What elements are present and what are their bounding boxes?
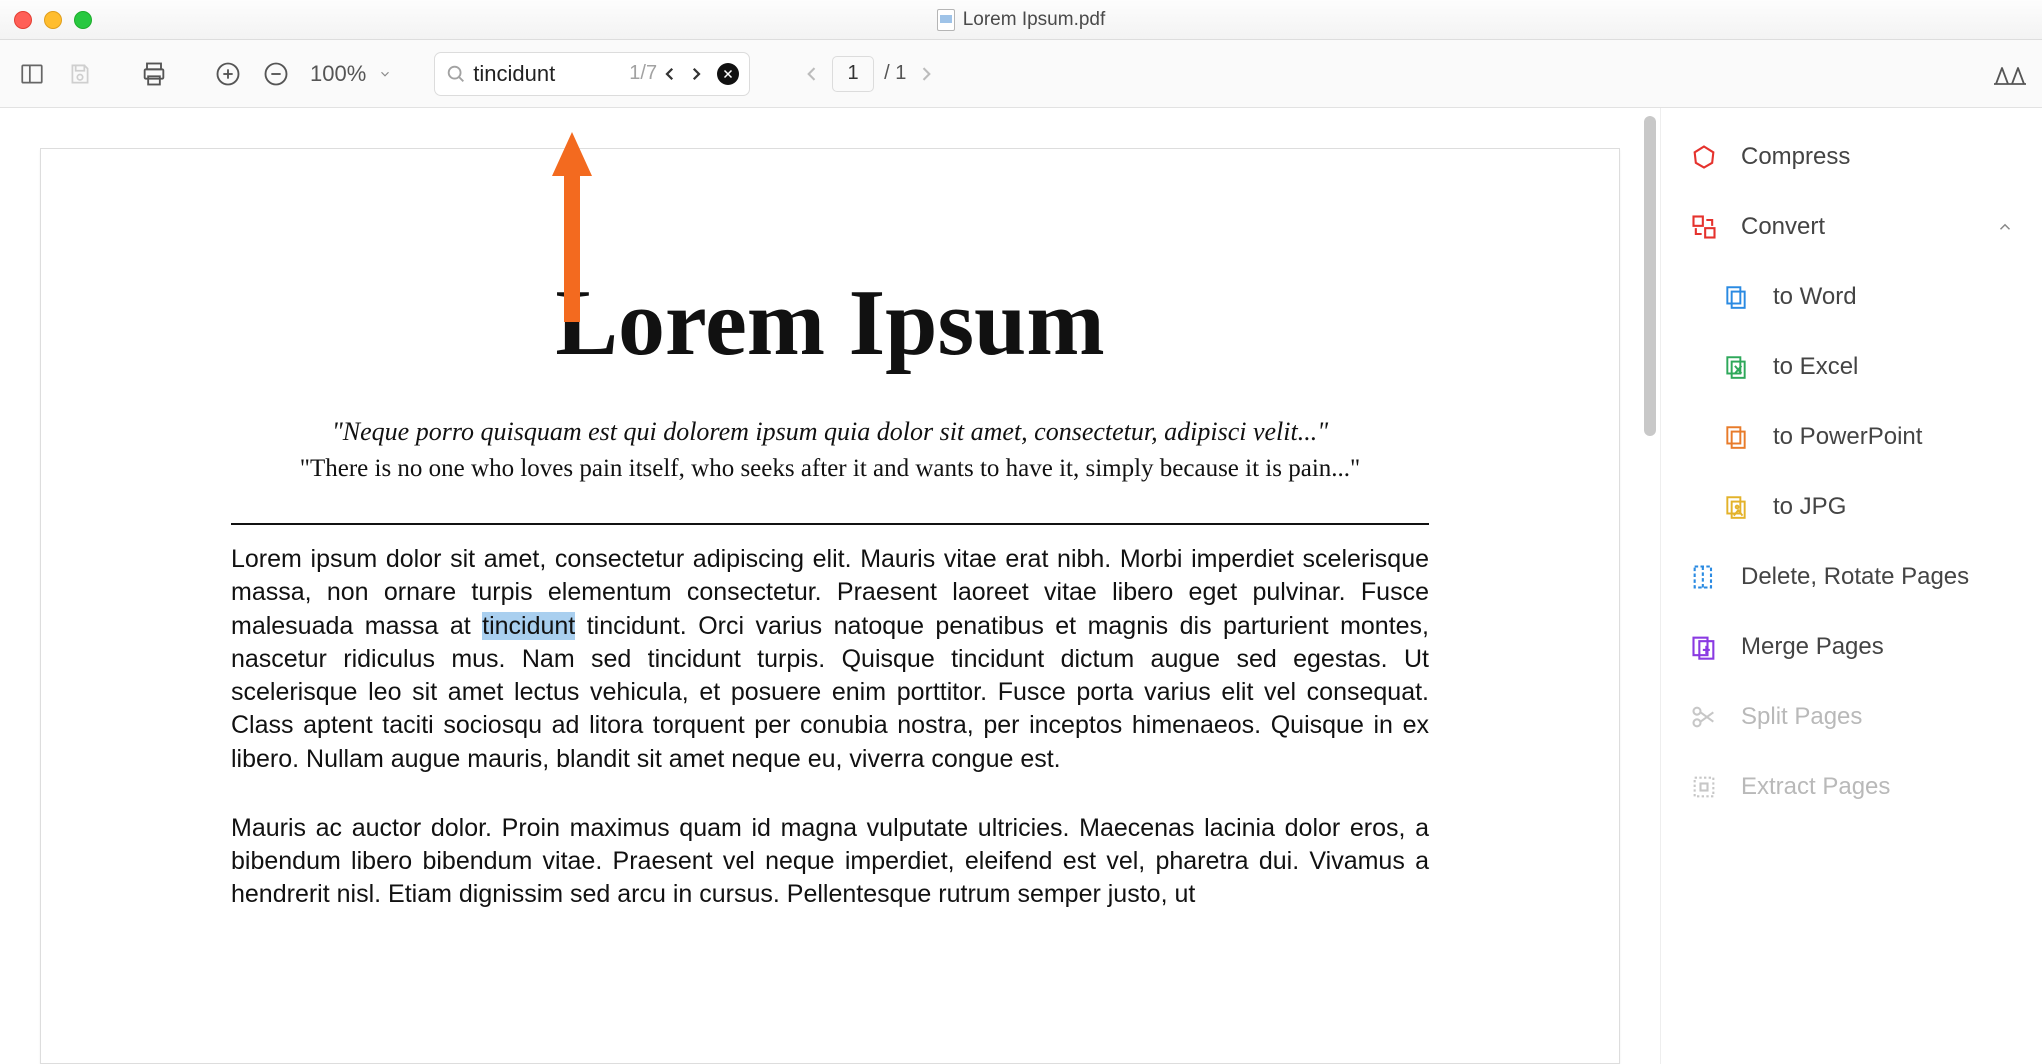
chevron-up-icon <box>1996 218 2014 236</box>
sidebar-item-label: Compress <box>1741 143 2014 171</box>
sidebar-item-label: Extract Pages <box>1741 773 2014 801</box>
close-window-button[interactable] <box>14 11 32 29</box>
sidebar-item-label: to Excel <box>1773 353 2014 381</box>
convert-icon <box>1689 212 1719 242</box>
tools-sidebar: Compress Convert to Word to Exc <box>1660 108 2042 1064</box>
sidebar-item-merge[interactable]: Merge Pages <box>1661 612 2042 682</box>
window-title: Lorem Ipsum.pdf <box>0 9 2042 31</box>
sidebar-item-label: Convert <box>1741 213 1974 241</box>
document-title: Lorem Ipsum <box>231 269 1429 377</box>
search-prev-button[interactable] <box>661 65 685 83</box>
search-close-button[interactable] <box>717 63 739 85</box>
sidebar-item-to-powerpoint[interactable]: to PowerPoint <box>1721 402 2042 472</box>
search-highlight: tincidunt <box>482 612 575 640</box>
zoom-level: 100% <box>310 61 366 87</box>
sidebar-item-delete-rotate[interactable]: Delete, Rotate Pages <box>1661 542 2042 612</box>
zoom-dropdown[interactable]: 100% <box>306 61 396 87</box>
pdf-page: Lorem Ipsum "Neque porro quisquam est qu… <box>40 148 1620 1064</box>
titlebar: Lorem Ipsum.pdf <box>0 0 2042 40</box>
window-title-text: Lorem Ipsum.pdf <box>963 9 1106 31</box>
extract-icon <box>1689 772 1719 802</box>
sidebar-item-compress[interactable]: Compress <box>1661 122 2042 192</box>
sidebar-item-label: Split Pages <box>1741 703 2014 731</box>
save-button[interactable] <box>62 56 98 92</box>
search-result-count: 1/7 <box>629 62 657 85</box>
document-subtitle-italic: "Neque porro quisquam est qui dolorem ip… <box>231 417 1429 447</box>
search-input[interactable] <box>473 61 623 87</box>
document-viewport[interactable]: Lorem Ipsum "Neque porro quisquam est qu… <box>0 108 1660 1064</box>
sidebar-toggle-button[interactable] <box>14 56 50 92</box>
minimize-window-button[interactable] <box>44 11 62 29</box>
powerpoint-icon <box>1721 422 1751 452</box>
horizontal-rule <box>231 523 1429 525</box>
sidebar-item-to-excel[interactable]: to Excel <box>1721 332 2042 402</box>
zoom-out-button[interactable] <box>258 56 294 92</box>
page-navigation: 1 / 1 <box>802 56 936 92</box>
maximize-window-button[interactable] <box>74 11 92 29</box>
current-page-input[interactable]: 1 <box>832 56 874 92</box>
document-subtitle-plain: "There is no one who loves pain itself, … <box>231 455 1429 483</box>
window-controls <box>14 11 92 29</box>
jpg-icon <box>1721 492 1751 522</box>
page-total: / 1 <box>884 62 906 85</box>
sidebar-item-label: Merge Pages <box>1741 633 2014 661</box>
print-button[interactable] <box>136 56 172 92</box>
sidebar-item-label: to JPG <box>1773 493 2014 521</box>
chevron-down-icon <box>378 67 392 81</box>
scrollbar[interactable] <box>1640 108 1660 1064</box>
sidebar-item-split: Split Pages <box>1661 682 2042 752</box>
word-icon <box>1721 282 1751 312</box>
next-page-button[interactable] <box>916 64 936 84</box>
sidebar-item-label: to PowerPoint <box>1773 423 2014 451</box>
prev-page-button[interactable] <box>802 64 822 84</box>
sidebar-item-to-word[interactable]: to Word <box>1721 262 2042 332</box>
sidebar-item-extract: Extract Pages <box>1661 752 2042 822</box>
sidebar-item-label: Delete, Rotate Pages <box>1741 563 2014 591</box>
toolbar: 100% 1/7 1 / 1 <box>0 40 2042 108</box>
merge-icon <box>1689 632 1719 662</box>
sidebar-item-label: to Word <box>1773 283 2014 311</box>
excel-icon <box>1721 352 1751 382</box>
sidebar-item-to-jpg[interactable]: to JPG <box>1721 472 2042 542</box>
search-next-button[interactable] <box>687 65 711 83</box>
organize-icon <box>1689 562 1719 592</box>
document-paragraph: Mauris ac auctor dolor. Proin maximus qu… <box>231 812 1429 912</box>
scrollbar-thumb[interactable] <box>1644 116 1656 436</box>
ilovepdf-button[interactable] <box>1992 56 2028 92</box>
document-paragraph: Lorem ipsum dolor sit amet, consectetur … <box>231 543 1429 776</box>
file-icon <box>937 9 955 31</box>
search-icon <box>445 63 467 85</box>
split-icon <box>1689 702 1719 732</box>
convert-submenu: to Word to Excel to PowerPoint to JPG <box>1661 262 2042 542</box>
search-bar: 1/7 <box>434 52 750 96</box>
zoom-in-button[interactable] <box>210 56 246 92</box>
sidebar-item-convert[interactable]: Convert <box>1661 192 2042 262</box>
compress-icon <box>1689 142 1719 172</box>
